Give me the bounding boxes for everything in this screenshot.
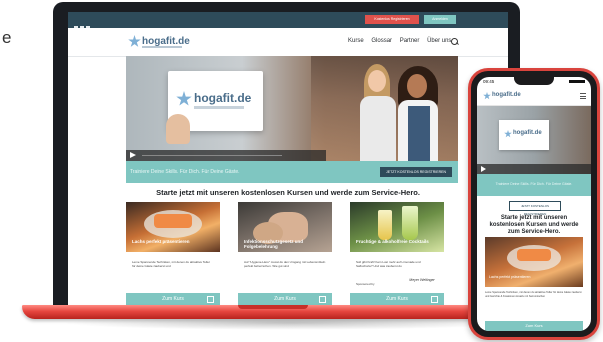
video-controls — [477, 164, 591, 174]
tagline-text: Trainiere Deine Skills. Für Dich. Für De… — [495, 182, 573, 186]
video-logo-text: hogafit.de — [194, 91, 252, 105]
video-control-icons — [288, 153, 306, 161]
hamburger-menu-icon[interactable] — [580, 93, 586, 101]
laptop-screen: Kostenlos Registrieren Anmelden hogafit.… — [68, 12, 508, 305]
cropped-text-fragment: e — [2, 28, 12, 47]
hero-video[interactable]: hogafit.de — [126, 56, 458, 161]
bookmark-icon[interactable] — [207, 296, 214, 303]
course-title: Infektionsschutzgesetz und Folgebelehrun… — [244, 239, 304, 249]
site-navbar: hogafit.de Kurse Glossar Partner Über un… — [68, 28, 508, 57]
course-description: Auf "Hygiene-Hero" musst du den Umgang m… — [244, 260, 326, 268]
bookmark-icon[interactable] — [319, 296, 326, 303]
laptop-hinge-notch — [238, 305, 308, 309]
video-logo-tagline — [194, 106, 244, 109]
phone-device: 09:45 hogafit.de hogafit.de Trainiere De… — [468, 68, 600, 340]
course-button-label: Zum Kurs — [162, 296, 184, 302]
site-topbar: Kostenlos Registrieren Anmelden — [68, 12, 508, 30]
course-card: Fruchtige & alkoholfreie Cocktails Soll … — [350, 202, 444, 305]
phone-screen: 09:45 hogafit.de hogafit.de Trainiere De… — [477, 77, 591, 331]
person-image — [358, 64, 398, 161]
star-logo-icon — [128, 35, 141, 47]
course-button-label: Zum Kurs — [274, 296, 296, 302]
tagline-text: Trainiere Deine Skills. Für Dich. Für De… — [130, 169, 240, 175]
course-button[interactable]: Zum Kurs — [238, 293, 332, 305]
course-image — [350, 202, 444, 252]
course-button-label: Zum Kurs — [386, 296, 408, 302]
menu-item-ueber-uns[interactable]: Über uns — [427, 38, 451, 44]
course-card: Lachs perfekt präsentieren Leme Spannend… — [126, 202, 220, 305]
play-icon[interactable] — [130, 152, 136, 158]
section-headline: Starte jetzt mit unseren kostenlosen Kur… — [489, 215, 579, 235]
mobile-logo[interactable]: hogafit.de — [492, 92, 521, 98]
section-headline: Starte jetzt mit unseren kostenlosen Kur… — [156, 188, 420, 197]
search-icon[interactable] — [451, 38, 458, 45]
video-logo-text: hogafit.de — [513, 130, 542, 136]
status-time: 09:45 — [483, 79, 495, 84]
cocktail-glass-image — [378, 210, 392, 240]
login-button[interactable]: Anmelden — [424, 15, 456, 24]
person-image — [394, 66, 442, 161]
menu-item-partner[interactable]: Partner — [400, 38, 420, 44]
register-button[interactable]: Kostenlos Registrieren — [365, 15, 419, 24]
course-button[interactable]: Zum Kurs — [485, 321, 583, 331]
star-logo-icon — [504, 130, 512, 138]
hand-image — [166, 114, 190, 144]
star-logo-icon — [483, 92, 491, 100]
star-logo-icon — [176, 91, 192, 106]
sponsor-logo: Meyer Weltinger — [409, 278, 435, 282]
cocktail-glass-image — [402, 206, 418, 240]
mobile-hero-video[interactable]: hogafit.de — [477, 106, 591, 174]
main-menu: Kurse Glossar Partner Über uns — [348, 38, 457, 44]
logo-tagline — [142, 46, 182, 48]
course-description: Soll gibt Kraft! Kein Lust mehr auf Limo… — [356, 260, 421, 268]
course-description: Leme Spannende Techniken, mit denen du a… — [132, 260, 210, 268]
status-icons — [569, 80, 585, 83]
register-cta-button[interactable]: JETZT KOSTENLOS REGISTRIEREN — [509, 201, 561, 216]
menu-item-glossar[interactable]: Glossar — [371, 38, 392, 44]
bookmark-icon[interactable] — [431, 296, 438, 303]
video-logo-card: hogafit.de — [499, 120, 549, 150]
course-title: Fruchtige & alkoholfreie Cocktails — [356, 239, 429, 244]
course-description: Leme Spannende Techniken, mit denen du a… — [485, 291, 582, 298]
play-icon[interactable] — [481, 166, 486, 172]
video-progress[interactable] — [142, 155, 282, 156]
menu-item-kurse[interactable]: Kurse — [348, 38, 364, 44]
mobile-navbar: hogafit.de — [477, 87, 591, 106]
course-image: Lachs perfekt präsentieren — [485, 237, 583, 287]
register-cta-button[interactable]: JETZT KOSTENLOS REGISTRIEREN — [380, 167, 452, 177]
course-image — [126, 202, 220, 252]
course-button[interactable]: Zum Kurs — [126, 293, 220, 305]
mobile-teal-bar: Trainiere Deine Skills. Für Dich. Für De… — [477, 174, 591, 196]
video-controls — [126, 150, 326, 161]
course-button[interactable]: Zum Kurs — [350, 293, 444, 305]
phone-notch — [514, 77, 554, 85]
course-title: Lachs perfekt präsentieren — [489, 275, 531, 279]
course-card: Infektionsschutzgesetz und Folgebelehrun… — [238, 202, 332, 305]
sponsor-label: Sponsored by — [356, 282, 375, 286]
course-title: Lachs perfekt präsentieren — [132, 239, 190, 244]
hero-teal-bar: Trainiere Deine Skills. Für Dich. Für De… — [126, 161, 458, 183]
